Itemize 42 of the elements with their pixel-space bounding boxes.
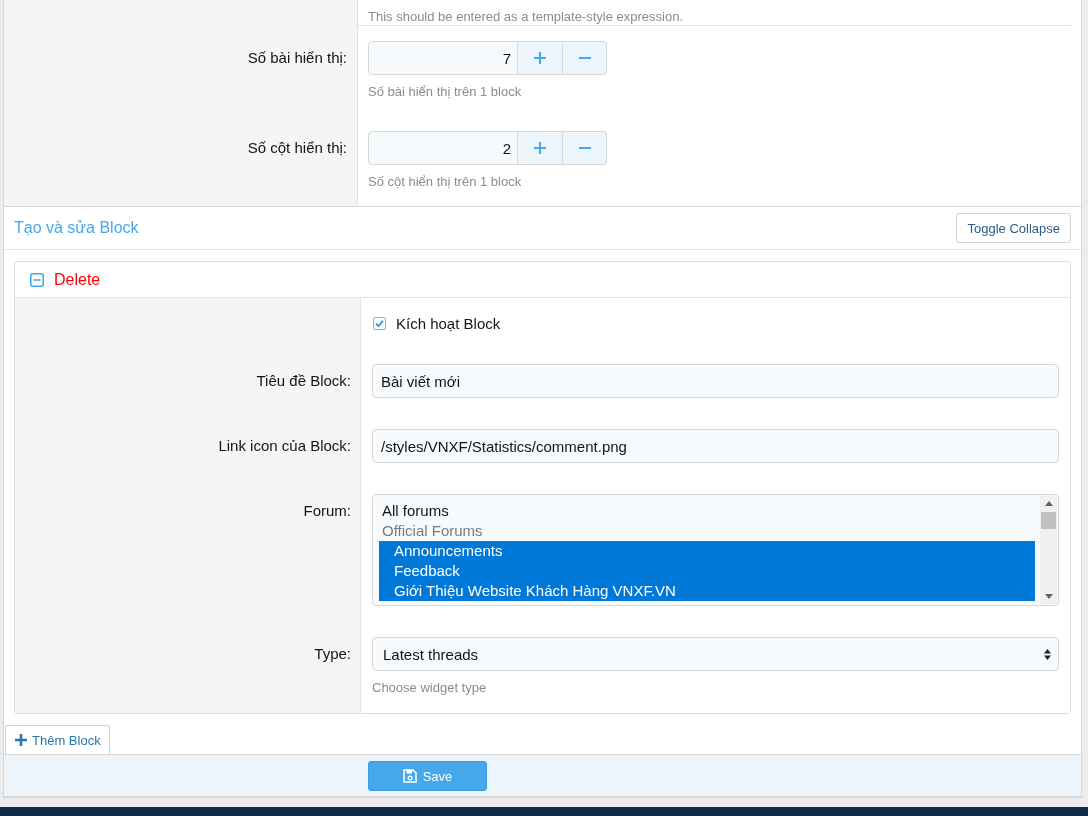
list-option[interactable]: Feedback	[379, 561, 1035, 581]
increment-button[interactable]	[518, 41, 563, 75]
field-hint: This should be entered as a template-style expression.	[368, 8, 685, 26]
add-block-button[interactable]: Thêm Block	[5, 725, 110, 754]
number-field[interactable]: 7	[368, 41, 518, 75]
text-field[interactable]: /styles/VNXF/Statistics/comment.png	[372, 429, 1059, 463]
field-label: Link icon của Block:	[218, 437, 351, 454]
section-title: Tạo và sửa Block	[14, 219, 139, 237]
field-label: Số cột hiển thị:	[247, 139, 347, 156]
toggle-collapse-button[interactable]: Toggle Collapse	[956, 213, 1071, 243]
checkbox-label[interactable]: Kích hoạt Block	[396, 314, 501, 332]
delete-link[interactable]: Delete	[54, 270, 101, 289]
increment-button[interactable]	[518, 131, 563, 165]
list-option[interactable]: Giới Thiệu Website Khách Hàng VNXF.VN	[379, 581, 1035, 601]
field-label: Forum:	[303, 502, 351, 519]
minus-icon	[578, 57, 591, 59]
scrollbar-thumb[interactable]	[1041, 512, 1056, 529]
type-select[interactable]: Latest threads	[372, 637, 1059, 671]
decrement-button[interactable]	[563, 131, 607, 165]
text-field[interactable]: Bài viết mới	[372, 364, 1059, 398]
field-hint: Số bài hiển thị trên 1 block	[368, 83, 523, 101]
number-field[interactable]: 2	[368, 131, 518, 165]
up-arrow-icon[interactable]	[1044, 501, 1053, 506]
decrement-button[interactable]	[563, 41, 607, 75]
down-arrow-icon[interactable]	[1044, 594, 1053, 599]
list-option[interactable]: Announcements	[379, 541, 1035, 561]
field-hint: Choose widget type	[372, 679, 488, 697]
plus-icon	[534, 52, 546, 64]
minus-square-icon[interactable]	[30, 272, 44, 287]
field-hint: Số cột hiển thị trên 1 block	[368, 173, 523, 191]
up-down-caret-icon	[1044, 648, 1051, 660]
forum-listbox[interactable]: All forums Official Forums Announcements Feedback Giới Thiệu Website Khách Hàng VNXF.VN	[372, 494, 1059, 606]
checkbox[interactable]	[373, 316, 386, 330]
list-option[interactable]: All forums	[379, 501, 1035, 521]
field-label: Type:	[314, 645, 351, 662]
option-group-label: Official Forums	[381, 521, 484, 541]
scrollbar[interactable]	[1040, 496, 1057, 604]
plus-icon	[15, 734, 27, 746]
minus-icon	[578, 147, 591, 149]
plus-icon	[534, 142, 546, 154]
field-label: Số bài hiển thị:	[247, 49, 347, 66]
field-label: Tiêu đề Block:	[256, 372, 351, 389]
